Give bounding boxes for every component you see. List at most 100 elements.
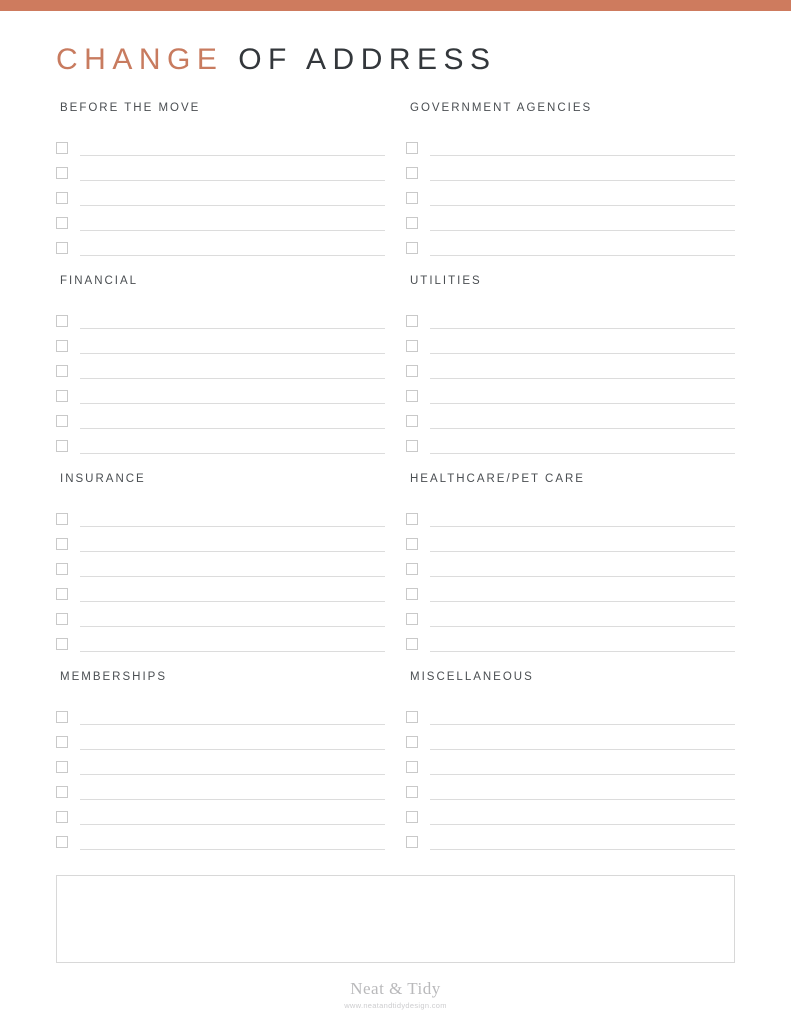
checkbox[interactable] (406, 390, 418, 402)
checkbox[interactable] (56, 440, 68, 452)
checklist-row (56, 553, 385, 578)
checkbox[interactable] (406, 761, 418, 773)
write-in-line[interactable] (430, 724, 735, 725)
checkbox[interactable] (406, 142, 418, 154)
section-insurance: INSURANCE (56, 473, 385, 653)
write-in-line[interactable] (80, 230, 385, 231)
write-in-line[interactable] (430, 774, 735, 775)
checkbox[interactable] (406, 167, 418, 179)
checkbox[interactable] (56, 736, 68, 748)
checkbox[interactable] (56, 761, 68, 773)
write-in-line[interactable] (430, 255, 735, 256)
checkbox[interactable] (406, 563, 418, 575)
write-in-line[interactable] (80, 601, 385, 602)
write-in-line[interactable] (430, 205, 735, 206)
checkbox[interactable] (406, 192, 418, 204)
checkbox[interactable] (406, 315, 418, 327)
checkbox[interactable] (406, 513, 418, 525)
checkbox[interactable] (406, 711, 418, 723)
checkbox[interactable] (406, 365, 418, 377)
checklist-row (56, 232, 385, 257)
write-in-line[interactable] (80, 551, 385, 552)
checkbox[interactable] (406, 736, 418, 748)
checkbox[interactable] (406, 340, 418, 352)
write-in-line[interactable] (430, 180, 735, 181)
write-in-line[interactable] (430, 551, 735, 552)
checkbox[interactable] (56, 811, 68, 823)
checkbox[interactable] (406, 638, 418, 650)
checkbox[interactable] (56, 390, 68, 402)
checkbox[interactable] (56, 613, 68, 625)
write-in-line[interactable] (430, 230, 735, 231)
write-in-line[interactable] (80, 724, 385, 725)
write-in-line[interactable] (430, 601, 735, 602)
write-in-line[interactable] (430, 526, 735, 527)
checkbox[interactable] (406, 836, 418, 848)
checklist-row (56, 430, 385, 455)
checkbox[interactable] (56, 340, 68, 352)
checkbox[interactable] (406, 588, 418, 600)
checkbox[interactable] (406, 786, 418, 798)
checkbox[interactable] (56, 167, 68, 179)
checkbox[interactable] (56, 142, 68, 154)
write-in-line[interactable] (80, 403, 385, 404)
write-in-line[interactable] (80, 155, 385, 156)
section-title-memberships: MEMBERSHIPS (60, 671, 167, 683)
write-in-line[interactable] (430, 824, 735, 825)
checkbox[interactable] (56, 315, 68, 327)
checkbox[interactable] (56, 638, 68, 650)
write-in-line[interactable] (80, 849, 385, 850)
write-in-line[interactable] (80, 651, 385, 652)
checklist-row (406, 207, 735, 232)
checkbox[interactable] (56, 538, 68, 550)
write-in-line[interactable] (430, 453, 735, 454)
checkbox[interactable] (406, 440, 418, 452)
write-in-line[interactable] (430, 155, 735, 156)
write-in-line[interactable] (80, 428, 385, 429)
checkbox[interactable] (56, 242, 68, 254)
write-in-line[interactable] (430, 651, 735, 652)
checkbox[interactable] (56, 415, 68, 427)
checkbox[interactable] (56, 365, 68, 377)
write-in-line[interactable] (80, 328, 385, 329)
write-in-line[interactable] (80, 749, 385, 750)
write-in-line[interactable] (80, 205, 385, 206)
write-in-line[interactable] (430, 849, 735, 850)
checkbox[interactable] (406, 613, 418, 625)
checkbox[interactable] (406, 217, 418, 229)
write-in-line[interactable] (430, 428, 735, 429)
write-in-line[interactable] (80, 378, 385, 379)
notes-box[interactable] (56, 875, 735, 963)
write-in-line[interactable] (430, 378, 735, 379)
checkbox[interactable] (56, 192, 68, 204)
write-in-line[interactable] (80, 626, 385, 627)
write-in-line[interactable] (80, 180, 385, 181)
write-in-line[interactable] (430, 626, 735, 627)
checkbox[interactable] (56, 563, 68, 575)
checkbox[interactable] (56, 711, 68, 723)
checkbox[interactable] (406, 415, 418, 427)
write-in-line[interactable] (430, 403, 735, 404)
checklist-row (56, 801, 385, 826)
write-in-line[interactable] (80, 774, 385, 775)
write-in-line[interactable] (80, 526, 385, 527)
checkbox[interactable] (56, 836, 68, 848)
write-in-line[interactable] (80, 824, 385, 825)
write-in-line[interactable] (80, 799, 385, 800)
checkbox[interactable] (56, 786, 68, 798)
write-in-line[interactable] (80, 353, 385, 354)
write-in-line[interactable] (430, 576, 735, 577)
checkbox[interactable] (406, 538, 418, 550)
write-in-line[interactable] (80, 576, 385, 577)
checkbox[interactable] (56, 217, 68, 229)
write-in-line[interactable] (430, 328, 735, 329)
write-in-line[interactable] (80, 453, 385, 454)
checkbox[interactable] (406, 811, 418, 823)
checkbox[interactable] (406, 242, 418, 254)
write-in-line[interactable] (430, 353, 735, 354)
write-in-line[interactable] (430, 799, 735, 800)
write-in-line[interactable] (80, 255, 385, 256)
write-in-line[interactable] (430, 749, 735, 750)
checkbox[interactable] (56, 513, 68, 525)
checkbox[interactable] (56, 588, 68, 600)
